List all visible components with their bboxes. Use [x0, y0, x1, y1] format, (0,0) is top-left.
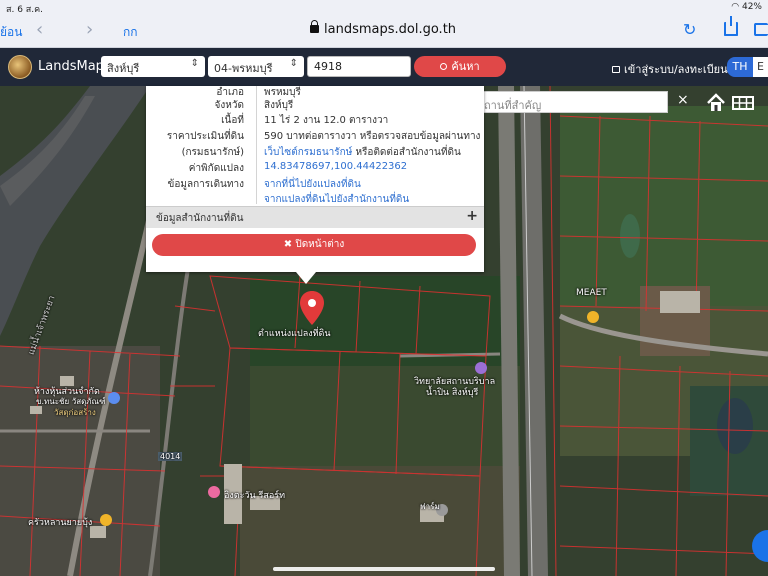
chevron-updown-icon: ⇕ [289, 58, 298, 69]
search-icon [440, 63, 448, 70]
row-key: จังหวัด [214, 100, 244, 111]
battery-level: ◠ 42% [731, 2, 762, 12]
map-label-shop4: ครัวหลานยายบุ้ง [28, 518, 93, 528]
row-key: ราคาประเมินที่ดิน [166, 131, 244, 142]
status-time: ส. 6 ส.ค. [6, 5, 44, 15]
coordinates-link[interactable]: 14.83478697,100.44422362 [264, 161, 407, 172]
address-bar[interactable]: landsmaps.dol.go.th [310, 20, 460, 37]
parcel-number-input[interactable]: 4918 [307, 56, 411, 77]
close-icon[interactable]: × [677, 92, 689, 108]
district-value: 04-พรหมบุรี [214, 62, 273, 75]
status-bar: ส. 6 ส.ค. ◠ 42% [0, 0, 768, 16]
close-window-label: ปิดหน้าต่าง [295, 239, 345, 250]
treasury-row-value: เว็บไซต์กรมธนารักษ์ หรือติดต่อสำนักงานที… [264, 145, 461, 160]
map-label-road: 4014 [158, 452, 183, 461]
wifi-icon: ◠ [731, 2, 742, 12]
lang-en-button[interactable]: E [753, 57, 768, 77]
brand-name: LandsMaps [38, 59, 111, 74]
login-label: เข้าสู่ระบบ/ลงทะเบียน [624, 63, 728, 76]
url-text: landsmaps.dol.go.th [324, 22, 457, 37]
search-label: ค้นหา [451, 60, 480, 73]
map-label-college2: น้ำปิน สิงห์บุรี [426, 388, 479, 398]
plus-icon: + [466, 208, 478, 224]
chevron-left-icon[interactable]: ‹ [36, 19, 43, 40]
login-link[interactable]: เข้าสู่ระบบ/ลงทะเบียน [612, 60, 728, 78]
row-value: สิงห์บุรี [264, 100, 294, 111]
contact-office-text: หรือติดต่อสำนักงานที่ดิน [355, 147, 461, 158]
browser-toolbar: ย้อน ‹ › กก landsmaps.dol.go.th ↻ [0, 16, 768, 48]
chevron-right-icon[interactable]: › [86, 19, 93, 40]
location-pin-icon[interactable] [300, 291, 324, 325]
map-label-shop3: วัสดุก่อสร้าง [54, 408, 96, 417]
map-label-extra: ฟาร์ม [420, 502, 440, 511]
directions-to-parcel-link[interactable]: จากที่นี่ไปยังแปลงที่ดิน [264, 177, 361, 192]
share-icon[interactable] [724, 16, 738, 36]
land-office-toggle[interactable]: ข้อมูลสำนักงานที่ดิน + [146, 206, 484, 228]
land-office-label: ข้อมูลสำนักงานที่ดิน [156, 213, 244, 224]
reload-icon[interactable]: ↻ [683, 20, 696, 39]
popup-divider [256, 86, 257, 204]
search-button[interactable]: ค้นหา [414, 56, 506, 77]
map-label-resort: อิงตะวัน รีสอร์ท [224, 491, 286, 501]
text-size-button[interactable]: กก [123, 23, 138, 42]
home-icon[interactable] [705, 92, 727, 114]
lang-th-button[interactable]: TH [727, 57, 753, 77]
chevron-updown-icon: ⇕ [190, 58, 199, 69]
province-value: สิงห์บุรี [107, 62, 140, 75]
map-label-parcel: ตำแหน่งแปลงที่ดิน [258, 329, 331, 339]
row-key: (กรมธนารักษ์) [181, 147, 244, 158]
screen: ส. 6 ส.ค. ◠ 42% ย้อน ‹ › กก landsmaps.do… [0, 0, 768, 576]
grid-icon[interactable] [731, 92, 755, 114]
popup-pointer [296, 272, 316, 284]
row-value: 11 ไร่ 2 งาน 12.0 ตารางวา [264, 115, 389, 126]
district-select[interactable]: 04-พรหมบุรี ⇕ [208, 56, 304, 77]
app-header: LandsMaps สิงห์บุรี ⇕ 04-พรหมบุรี ⇕ 4918… [0, 48, 768, 86]
dol-logo-icon [8, 55, 32, 79]
row-key: ค่าพิกัดแปลง [188, 163, 244, 174]
row-key: เนื้อที่ [221, 115, 244, 126]
close-icon: ✖ [283, 239, 293, 250]
directions-to-office-link[interactable]: จากแปลงที่ดินไปยังสำนักงานที่ดิน [264, 192, 409, 207]
close-window-button[interactable]: ✖ ปิดหน้าต่าง [152, 234, 476, 256]
row-value: 590 บาทต่อตารางวา หรือตรวจสอบข้อมูลผ่านท… [264, 131, 481, 142]
lock-icon [310, 20, 319, 33]
home-indicator [273, 567, 495, 571]
browser-back-link[interactable]: ย้อน [0, 23, 22, 42]
treasury-website-link[interactable]: เว็บไซต์กรมธนารักษ์ [264, 147, 352, 158]
province-select[interactable]: สิงห์บุรี ⇕ [101, 56, 205, 77]
tabs-icon[interactable] [754, 23, 768, 36]
row-key: ข้อมูลการเดินทาง [167, 179, 244, 190]
parcel-info-popup: อำเภอ พรหมบุรี จังหวัด สิงห์บุรี เนื้อที… [146, 86, 484, 272]
lock-icon [612, 66, 620, 73]
map-label-meaet: MEAET [576, 288, 607, 298]
